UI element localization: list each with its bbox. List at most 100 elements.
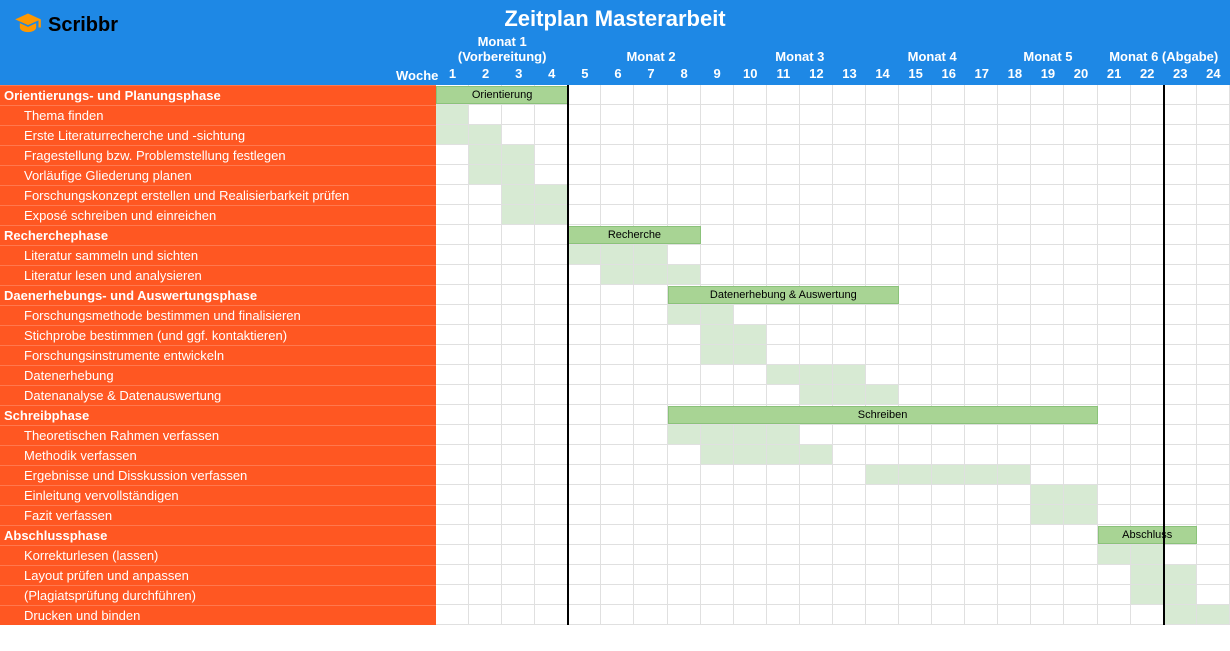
gantt-cell (436, 465, 469, 485)
week-header: 20 (1064, 66, 1097, 85)
gantt-cell (1131, 145, 1164, 165)
task-label: Exposé schreiben und einreichen (0, 205, 436, 225)
gantt-cell (1098, 245, 1131, 265)
gantt-cell (1164, 145, 1197, 165)
gantt-cell (899, 425, 932, 445)
gantt-cell (998, 605, 1031, 625)
gantt-cell (833, 165, 866, 185)
gantt-cell (899, 565, 932, 585)
gantt-cell (634, 465, 667, 485)
gantt-cell (1164, 505, 1197, 525)
gantt-cell (1197, 185, 1230, 205)
task-label: Literatur sammeln und sichten (0, 245, 436, 265)
gantt-cell (899, 345, 932, 365)
gantt-cell (932, 205, 965, 225)
gantt-cell (634, 185, 667, 205)
gantt-cell (800, 465, 833, 485)
gantt-cell (436, 145, 469, 165)
gantt-cell (601, 305, 634, 325)
gantt-cell (469, 205, 502, 225)
phase-bar: Orientierung (436, 86, 568, 104)
task-row: Einleitung vervollständigen (0, 485, 1230, 505)
gantt-cell (800, 245, 833, 265)
gantt-cell (568, 85, 601, 105)
gantt-cell (568, 585, 601, 605)
gantt-cell (1131, 125, 1164, 145)
week-header: 7 (634, 66, 667, 85)
gantt-cell (1064, 365, 1097, 385)
gantt-cell (601, 125, 634, 145)
gantt-cell (932, 445, 965, 465)
gantt-cell (502, 505, 535, 525)
gantt-cell (1131, 585, 1164, 605)
gantt-cell (932, 125, 965, 145)
gantt-cell (1031, 185, 1064, 205)
task-row: Forschungsinstrumente entwickeln (0, 345, 1230, 365)
gantt-cell (1131, 325, 1164, 345)
gantt-cell (601, 325, 634, 345)
gantt-cell (932, 545, 965, 565)
gantt-cell (1164, 365, 1197, 385)
task-row: Forschungskonzept erstellen und Realisie… (0, 185, 1230, 205)
gantt-cell (998, 305, 1031, 325)
gantt-cell (734, 85, 767, 105)
gantt-cell (998, 285, 1031, 305)
task-row: Stichprobe bestimmen (und ggf. kontaktie… (0, 325, 1230, 345)
gantt-cell (866, 605, 899, 625)
month-header: Monat 5 (998, 34, 1097, 66)
gantt-cell (568, 345, 601, 365)
gantt-cell (701, 205, 734, 225)
gantt-cell (436, 445, 469, 465)
gantt-cell (436, 605, 469, 625)
gantt-cell (1098, 385, 1131, 405)
gantt-cell (866, 205, 899, 225)
gantt-cell (568, 265, 601, 285)
gantt-cell (734, 445, 767, 465)
gantt-cell (734, 465, 767, 485)
gantt-cell (965, 185, 998, 205)
gantt-cell (734, 365, 767, 385)
phase-label: Recherchephase (0, 225, 436, 245)
gantt-cell (502, 465, 535, 485)
gantt-cell (535, 265, 568, 285)
gantt-cell (1098, 585, 1131, 605)
gantt-cell (668, 545, 701, 565)
gantt-cell (1164, 205, 1197, 225)
gantt-cell (899, 545, 932, 565)
gantt-cell (1098, 265, 1131, 285)
gantt-cell (469, 345, 502, 365)
gantt-cell (1098, 85, 1131, 105)
gantt-cell (866, 185, 899, 205)
gantt-cell (668, 365, 701, 385)
week-header: 3 (502, 66, 535, 85)
task-row: (Plagiatsprüfung durchführen) (0, 585, 1230, 605)
gantt-cell (767, 425, 800, 445)
task-label: Ergebnisse und Disskussion verfassen (0, 465, 436, 485)
gantt-cell (502, 345, 535, 365)
gantt-cell (502, 285, 535, 305)
gantt-cell (833, 565, 866, 585)
task-label: Forschungsmethode bestimmen und finalisi… (0, 305, 436, 325)
gantt-cell (767, 105, 800, 125)
task-label: (Plagiatsprüfung durchführen) (0, 585, 436, 605)
gantt-cell (535, 185, 568, 205)
task-label: Theoretischen Rahmen verfassen (0, 425, 436, 445)
gantt-cell (932, 525, 965, 545)
gantt-cell (866, 125, 899, 145)
week-header: 24 (1197, 66, 1230, 85)
gantt-cell (568, 105, 601, 125)
gantt-cell (800, 265, 833, 285)
gantt-cell (767, 165, 800, 185)
gantt-cell (833, 485, 866, 505)
gantt-cell (1197, 305, 1230, 325)
gantt-cell (436, 225, 469, 245)
gantt-cell (1164, 125, 1197, 145)
gantt-cell (1164, 105, 1197, 125)
phase-bar: Datenerhebung & Auswertung (668, 286, 900, 304)
gantt-cell (502, 305, 535, 325)
gantt-cell (833, 185, 866, 205)
gantt-cell (1197, 365, 1230, 385)
gantt-cell (568, 385, 601, 405)
gantt-cell (767, 545, 800, 565)
gantt-cell (535, 605, 568, 625)
